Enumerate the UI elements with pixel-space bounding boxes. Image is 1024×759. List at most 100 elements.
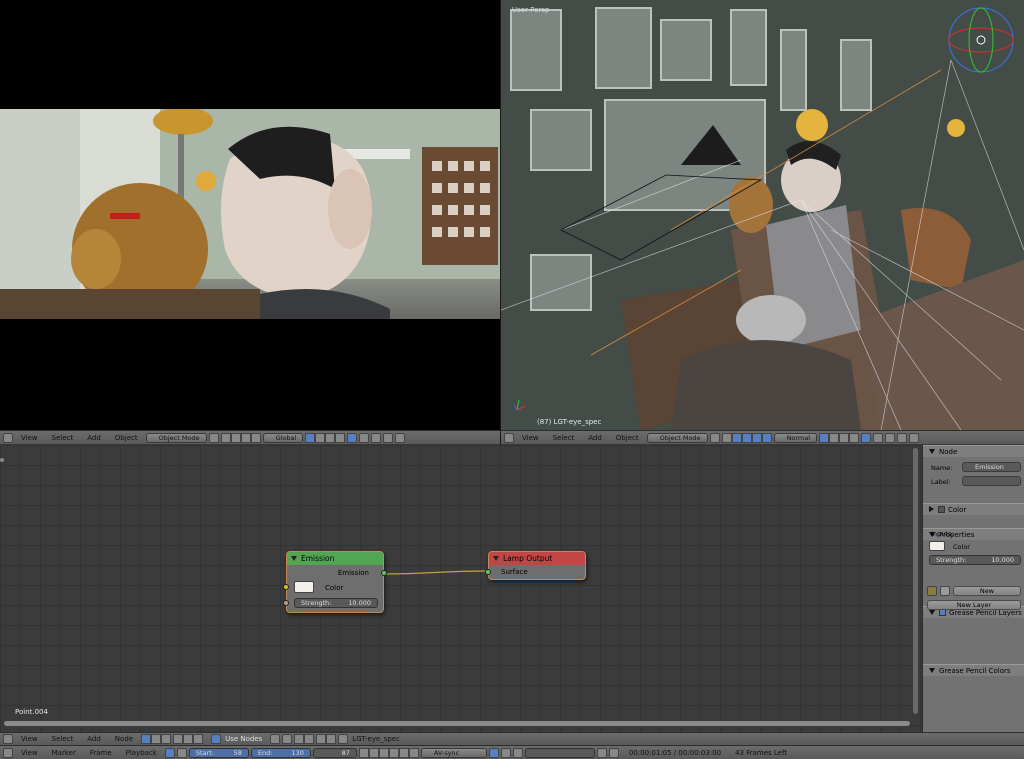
prev-key-icon[interactable] <box>368 747 379 758</box>
strength-slider[interactable]: Strength: 10.000 <box>929 555 1021 565</box>
copy-icon[interactable] <box>316 734 327 744</box>
menu-add[interactable]: Add <box>81 434 107 442</box>
menu-object[interactable]: Object <box>610 434 645 442</box>
surface-input-socket[interactable] <box>485 569 491 575</box>
shading-icon[interactable] <box>208 432 219 443</box>
label-field[interactable] <box>962 476 1021 486</box>
translate-icon[interactable] <box>741 432 752 443</box>
scale-icon[interactable] <box>761 432 772 443</box>
layer-icon[interactable] <box>325 432 336 443</box>
lamp-output-node[interactable]: Lamp Output Surface <box>485 551 586 580</box>
preview-range-icon[interactable] <box>164 747 175 758</box>
horizontal-scrollbar[interactable] <box>4 721 910 726</box>
menu-select[interactable]: Select <box>547 434 581 442</box>
menu-view[interactable]: View <box>15 434 44 442</box>
delete-key-icon[interactable] <box>608 747 619 758</box>
play-icon[interactable] <box>388 747 399 758</box>
editor-type-icon[interactable] <box>504 432 514 443</box>
linestyle-icon[interactable] <box>193 734 204 744</box>
menu-select[interactable]: Select <box>46 434 80 442</box>
layer-icon[interactable] <box>849 432 860 443</box>
next-key-icon[interactable] <box>398 747 409 758</box>
proportional-edit-icon[interactable] <box>359 432 370 443</box>
jump-end-icon[interactable] <box>408 747 419 758</box>
pivot-icon[interactable] <box>721 432 732 443</box>
3d-viewport[interactable] <box>501 0 1024 430</box>
compositing-icon[interactable] <box>151 734 162 744</box>
snap-icon[interactable] <box>885 432 896 443</box>
jump-start-icon[interactable] <box>358 747 369 758</box>
mode-select[interactable]: Object Mode <box>145 432 207 443</box>
color-section-header[interactable]: Color <box>923 503 1024 515</box>
node-section-header[interactable]: Node <box>923 445 1024 457</box>
orientation-select[interactable]: Normal <box>773 432 818 443</box>
emission-node-header[interactable]: Emission <box>287 552 383 565</box>
menu-object[interactable]: Object <box>109 434 144 442</box>
menu-view[interactable]: View <box>516 434 545 442</box>
menu-add[interactable]: Add <box>582 434 608 442</box>
layer-icon[interactable] <box>829 432 840 443</box>
new-layer-button[interactable]: New Layer <box>927 600 1021 610</box>
lock-icon[interactable] <box>176 747 187 758</box>
rotate-icon[interactable] <box>250 432 261 443</box>
start-frame-field[interactable]: Start: 58 <box>188 747 249 758</box>
strength-input-socket[interactable] <box>283 600 289 606</box>
layer-icon[interactable] <box>839 432 850 443</box>
editor-type-icon[interactable] <box>3 432 13 443</box>
manipulator-icon[interactable] <box>230 432 241 443</box>
keyingset-icon[interactable] <box>512 747 523 758</box>
render-icon[interactable] <box>383 432 394 443</box>
keying-icon[interactable] <box>500 747 511 758</box>
editor-type-icon[interactable] <box>3 734 13 744</box>
menu-playback[interactable]: Playback <box>120 749 163 757</box>
manipulator-icon[interactable] <box>731 432 742 443</box>
menu-marker[interactable]: Marker <box>46 749 82 757</box>
snap-icon[interactable] <box>371 432 382 443</box>
color-swatch[interactable] <box>929 541 945 551</box>
keying-set-field[interactable] <box>524 747 595 758</box>
record-icon[interactable] <box>488 747 499 758</box>
menu-node[interactable]: Node <box>109 735 139 743</box>
add-icon[interactable] <box>940 586 950 596</box>
name-field[interactable]: Emission <box>962 462 1021 472</box>
proportional-edit-icon[interactable] <box>873 432 884 443</box>
menu-view[interactable]: View <box>15 749 44 757</box>
shading-icon[interactable] <box>709 432 720 443</box>
mode-select[interactable]: Object Mode <box>646 432 708 443</box>
color-swatch[interactable] <box>294 581 314 593</box>
layer-icon[interactable] <box>819 432 830 443</box>
node-editor[interactable]: Emission Emission Color Strength: 10.000… <box>0 445 922 732</box>
grease-pencil-colors-header[interactable]: Grease Pencil Colors <box>923 664 1024 676</box>
menu-add[interactable]: Add <box>81 735 107 743</box>
pin-icon[interactable] <box>270 734 281 744</box>
menu-frame[interactable]: Frame <box>84 749 118 757</box>
pencil-icon[interactable] <box>927 586 937 596</box>
camera-icon[interactable] <box>909 432 920 443</box>
checkbox-icon[interactable] <box>939 609 946 616</box>
orientation-select[interactable]: Global <box>262 432 304 443</box>
translate-icon[interactable] <box>240 432 251 443</box>
snap-target-icon[interactable] <box>304 734 315 744</box>
rotate-icon[interactable] <box>751 432 762 443</box>
lamp-output-node-header[interactable]: Lamp Output <box>489 552 585 565</box>
render-icon[interactable] <box>897 432 908 443</box>
emission-node[interactable]: Emission Emission Color Strength: 10.000 <box>283 551 387 613</box>
emission-output-socket[interactable] <box>381 570 387 576</box>
play-reverse-icon[interactable] <box>378 747 389 758</box>
insert-key-icon[interactable] <box>596 747 607 758</box>
camera-icon[interactable] <box>395 432 406 443</box>
viewport-divider[interactable] <box>500 0 501 445</box>
menu-select[interactable]: Select <box>46 735 80 743</box>
sync-select[interactable]: AV-sync <box>420 747 487 758</box>
strength-slider[interactable]: Strength: 10.000 <box>294 598 378 608</box>
end-frame-field[interactable]: End: 130 <box>250 747 311 758</box>
backdrop-icon[interactable] <box>282 734 293 744</box>
snap-icon[interactable] <box>294 734 305 744</box>
object-icon[interactable] <box>173 734 184 744</box>
new-button[interactable]: New <box>953 586 1021 596</box>
use-nodes-checkbox[interactable] <box>211 734 222 744</box>
lock-icon[interactable] <box>861 432 872 443</box>
menu-view[interactable]: View <box>15 735 44 743</box>
current-frame-field[interactable]: 87 <box>312 747 357 758</box>
collapse-icon[interactable] <box>291 556 297 561</box>
